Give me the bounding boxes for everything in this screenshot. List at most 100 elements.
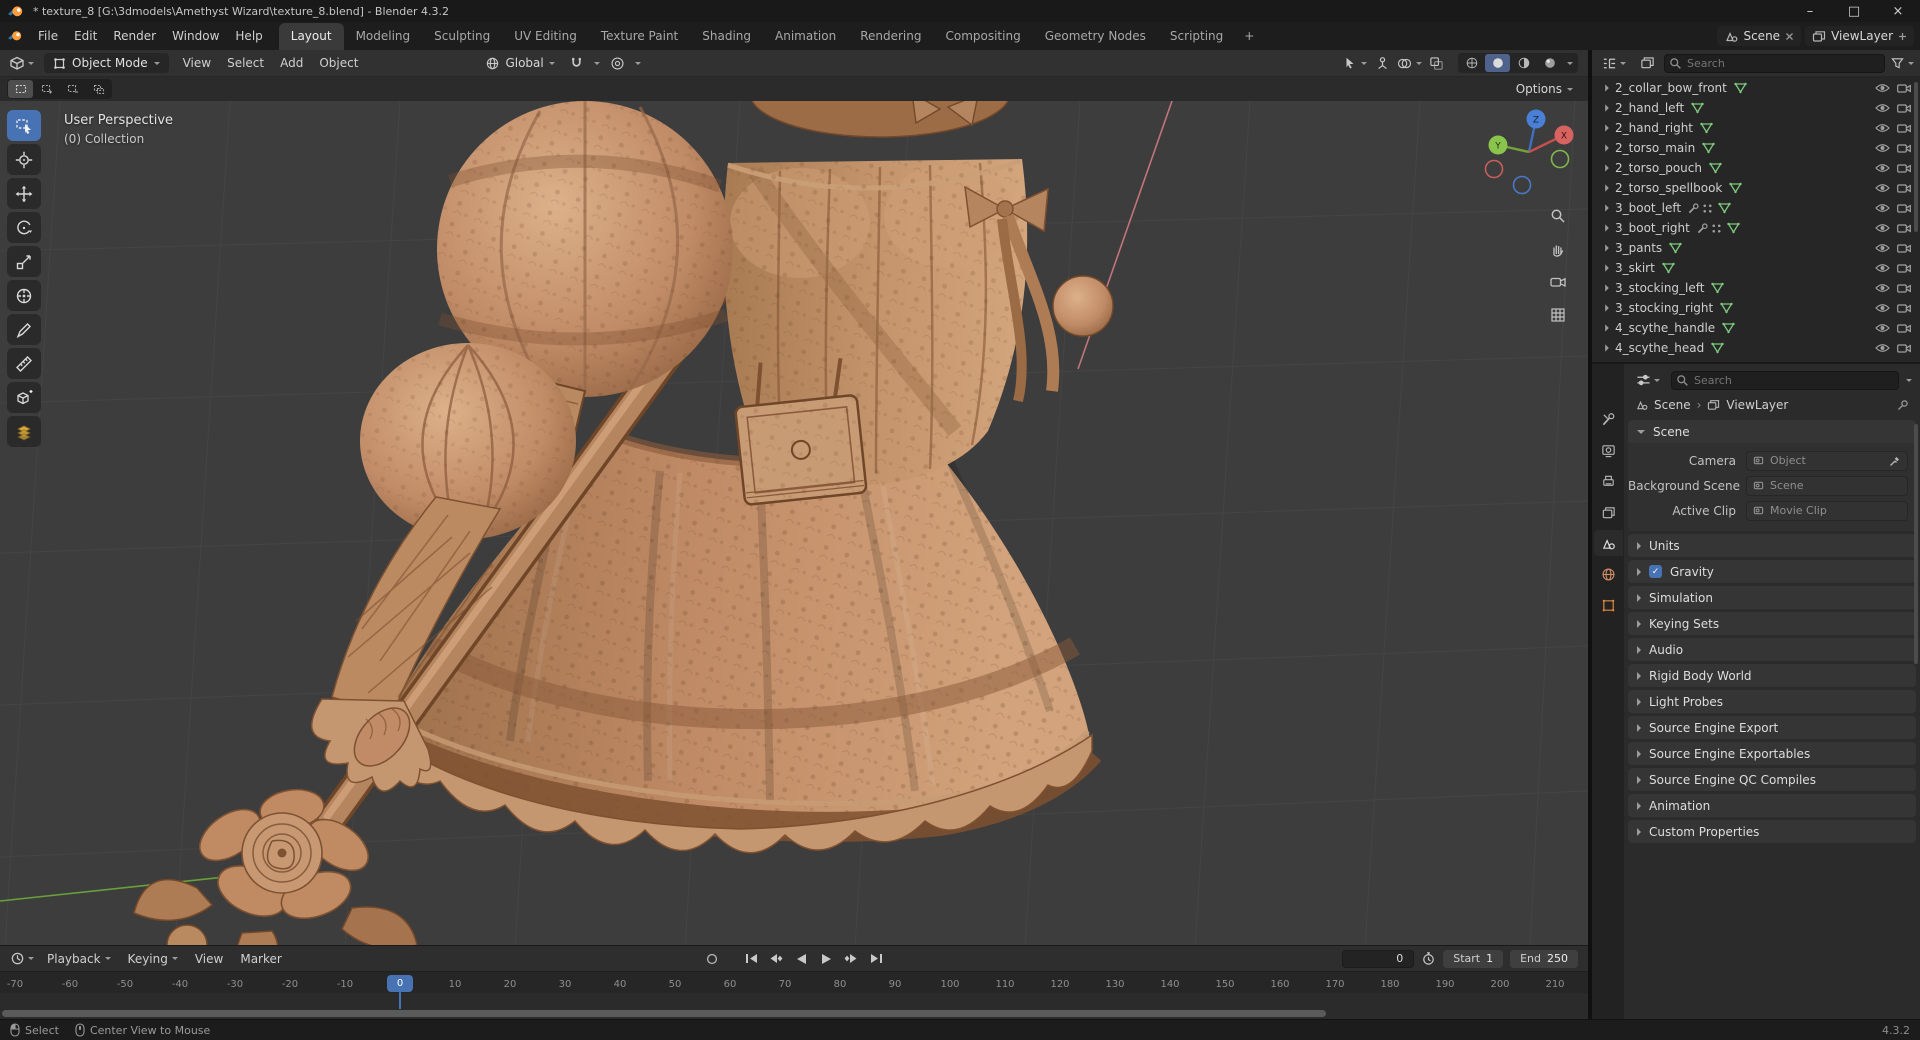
- property-panel-header[interactable]: Gravity: [1628, 560, 1916, 583]
- scene-panel-header[interactable]: Scene: [1628, 420, 1916, 443]
- camera-icon[interactable]: [1897, 83, 1911, 93]
- property-panel-header[interactable]: Animation: [1628, 794, 1916, 817]
- jump-to-prev-keyframe-button[interactable]: [765, 950, 787, 968]
- timeline-scrollbar[interactable]: [2, 1010, 1326, 1017]
- outliner-item[interactable]: 3_boot_left: [1592, 198, 1920, 218]
- outliner-item[interactable]: 3_pants: [1592, 238, 1920, 258]
- workspace-tab[interactable]: Layout: [279, 23, 344, 50]
- workspace-tab[interactable]: Rendering: [848, 23, 933, 50]
- select-mode-new-button[interactable]: [8, 80, 33, 98]
- property-panel-header[interactable]: Source Engine Exportables: [1628, 742, 1916, 765]
- eye-icon[interactable]: [1875, 163, 1890, 173]
- play-reverse-button[interactable]: [790, 950, 812, 968]
- unlink-scene-icon[interactable]: [1785, 32, 1794, 41]
- outliner-item[interactable]: 4_scythe_head: [1592, 338, 1920, 358]
- tool-scale[interactable]: [7, 246, 41, 277]
- marker-menu[interactable]: Marker: [232, 949, 289, 969]
- breadcrumb-scene[interactable]: Scene: [1654, 398, 1691, 412]
- navigation-gizmo[interactable]: Z Y X: [1484, 107, 1574, 197]
- outliner-item[interactable]: 2_hand_left: [1592, 98, 1920, 118]
- frame-end-field[interactable]: End250: [1510, 950, 1578, 968]
- tool-transform[interactable]: [7, 280, 41, 311]
- property-panel-header[interactable]: Custom Properties: [1628, 820, 1916, 843]
- outliner-item[interactable]: 3_skirt: [1592, 258, 1920, 278]
- outliner-search-input[interactable]: [1664, 54, 1885, 73]
- property-panel-header[interactable]: Rigid Body World: [1628, 664, 1916, 687]
- eye-icon[interactable]: [1875, 283, 1890, 293]
- add-workspace-button[interactable]: +: [1235, 25, 1263, 47]
- eye-icon[interactable]: [1875, 83, 1890, 93]
- tool-cursor[interactable]: [7, 144, 41, 175]
- camera-icon[interactable]: [1897, 143, 1911, 153]
- tool-annotate[interactable]: [7, 314, 41, 345]
- mode-selector[interactable]: Object Mode: [44, 53, 169, 73]
- expand-icon[interactable]: [1605, 124, 1609, 131]
- stopwatch-icon[interactable]: [1421, 951, 1436, 966]
- eye-icon[interactable]: [1875, 123, 1890, 133]
- tab-view-layer-properties[interactable]: [1594, 499, 1623, 525]
- viewport-menu-item[interactable]: Select: [219, 53, 272, 73]
- outliner-filter-button[interactable]: [1890, 53, 1914, 73]
- workspace-tab[interactable]: Compositing: [933, 23, 1032, 50]
- workspace-tab[interactable]: UV Editing: [502, 23, 589, 50]
- outliner-item[interactable]: 2_torso_spellbook: [1592, 178, 1920, 198]
- properties-search-input[interactable]: [1671, 371, 1899, 390]
- property-panel-header[interactable]: Units: [1628, 534, 1916, 557]
- expand-icon[interactable]: [1605, 264, 1609, 271]
- eye-icon[interactable]: [1875, 303, 1890, 313]
- eyedropper-icon[interactable]: [1889, 455, 1901, 467]
- eye-icon[interactable]: [1875, 183, 1890, 193]
- view-layer-selector[interactable]: ViewLayer: [1805, 26, 1914, 46]
- eye-icon[interactable]: [1875, 203, 1890, 213]
- tab-output-properties[interactable]: [1594, 468, 1623, 494]
- gravity-checkbox[interactable]: [1649, 565, 1662, 578]
- properties-editor-type-button[interactable]: [1632, 371, 1664, 390]
- camera-icon[interactable]: [1897, 163, 1911, 173]
- outliner-item[interactable]: 4_scythe_handle: [1592, 318, 1920, 338]
- tool-add-cube[interactable]: [7, 382, 41, 413]
- tool-extra[interactable]: [7, 416, 41, 447]
- eye-icon[interactable]: [1875, 143, 1890, 153]
- outliner-item[interactable]: 3_boot_right: [1592, 218, 1920, 238]
- workspace-tab[interactable]: Sculpting: [422, 23, 502, 50]
- workspace-tab[interactable]: Geometry Nodes: [1033, 23, 1158, 50]
- outliner-item[interactable]: 2_torso_pouch: [1592, 158, 1920, 178]
- datablock-field[interactable]: Object: [1746, 451, 1908, 471]
- close-button[interactable]: ×: [1876, 0, 1920, 22]
- expand-icon[interactable]: [1605, 104, 1609, 111]
- viewport-canvas[interactable]: User Perspective (0) Collection Z Y X: [0, 101, 1588, 945]
- outliner-editor-type-button[interactable]: [1598, 54, 1630, 73]
- outliner-item[interactable]: 2_collar_bow_front: [1592, 78, 1920, 98]
- tab-world-properties[interactable]: [1594, 561, 1623, 587]
- expand-icon[interactable]: [1605, 324, 1609, 331]
- frame-start-field[interactable]: Start1: [1443, 950, 1503, 968]
- expand-icon[interactable]: [1605, 164, 1609, 171]
- tool-measure[interactable]: [7, 348, 41, 379]
- expand-icon[interactable]: [1605, 244, 1609, 251]
- playhead[interactable]: 0: [387, 975, 413, 992]
- topbar-menu-item[interactable]: Window: [164, 26, 227, 46]
- app-menu-button[interactable]: [0, 27, 30, 45]
- camera-icon[interactable]: [1897, 203, 1911, 213]
- property-panel-header[interactable]: Simulation: [1628, 586, 1916, 609]
- pan-hand-button[interactable]: [1545, 236, 1571, 262]
- eye-icon[interactable]: [1875, 263, 1890, 273]
- tab-object-properties[interactable]: [1594, 592, 1623, 618]
- maximize-button[interactable]: □: [1832, 0, 1876, 22]
- eye-icon[interactable]: [1875, 243, 1890, 253]
- camera-icon[interactable]: [1897, 123, 1911, 133]
- viewport-menu-item[interactable]: Object: [311, 53, 366, 73]
- topbar-menu-item[interactable]: Render: [105, 26, 164, 46]
- transform-orientation-selector[interactable]: Global: [477, 53, 562, 74]
- camera-icon[interactable]: [1897, 243, 1911, 253]
- timeline-track-area[interactable]: [0, 993, 1588, 1019]
- pin-icon[interactable]: [1897, 399, 1909, 411]
- workspace-tab[interactable]: Animation: [763, 23, 848, 50]
- viewport-menu-item[interactable]: Add: [272, 53, 311, 73]
- breadcrumb-view-layer[interactable]: ViewLayer: [1726, 398, 1788, 412]
- eye-icon[interactable]: [1875, 343, 1890, 353]
- camera-icon[interactable]: [1897, 323, 1911, 333]
- outliner-item[interactable]: 2_torso_main: [1592, 138, 1920, 158]
- zoom-button[interactable]: [1545, 203, 1571, 229]
- shading-dropdown[interactable]: [1563, 54, 1577, 72]
